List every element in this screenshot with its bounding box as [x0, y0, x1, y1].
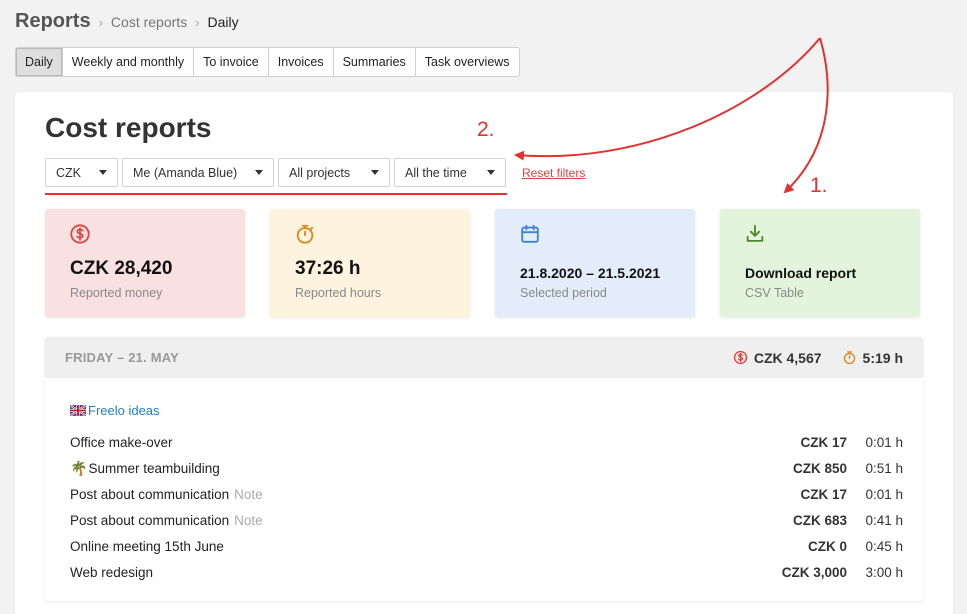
entry-amount: CZK 850: [792, 460, 847, 476]
day-date: FRIDAY – 21. MAY: [65, 350, 179, 365]
dollar-circle-icon: [70, 224, 90, 244]
table-row[interactable]: 🌴 Summer teambuilding CZK 850 0:51 h: [70, 455, 903, 481]
day-total-time: 5:19 h: [862, 349, 903, 366]
entry-time: 3:00 h: [865, 564, 903, 580]
tab-to-invoice[interactable]: To invoice: [194, 48, 269, 76]
period-select[interactable]: All the time: [394, 158, 506, 187]
entry-list: Office make-over CZK 17 0:01 h 🌴 Summer …: [70, 429, 903, 585]
user-select-value: Me (Amanda Blue): [133, 165, 238, 180]
tab-daily[interactable]: Daily: [16, 48, 63, 76]
chevron-down-icon: [99, 170, 107, 175]
reported-hours-label: Reported hours: [295, 286, 382, 300]
reported-hours-card: 37:26 h Reported hours: [270, 209, 470, 317]
uk-flag-icon: [70, 405, 86, 416]
entry-amount: CZK 17: [800, 434, 847, 450]
download-report-button[interactable]: Download report CSV Table: [720, 209, 920, 317]
page-title: Cost reports: [45, 112, 212, 143]
reset-filters-link[interactable]: Reset filters: [522, 166, 585, 180]
breadcrumb-section[interactable]: Cost reports: [111, 14, 187, 30]
entry-time: 0:41 h: [865, 512, 903, 528]
stats-row: CZK 28,420 Reported money 37:26 h Report…: [45, 209, 920, 317]
tab-invoices[interactable]: Invoices: [269, 48, 334, 76]
annotation-label-one: 1.: [810, 174, 828, 197]
table-row[interactable]: Post about communication Note CZK 17 0:0…: [70, 481, 903, 507]
chevron-down-icon: [371, 170, 379, 175]
filter-bar: CZK Me (Amanda Blue) All projects All th…: [45, 158, 585, 187]
entry-time: 0:45 h: [865, 538, 903, 554]
day-totals: CZK 4,567 5:19 h: [733, 350, 903, 366]
tab-summaries[interactable]: Summaries: [334, 48, 416, 76]
stopwatch-icon: [843, 351, 855, 365]
entry-time: 0:51 h: [865, 460, 903, 476]
annotation-label-two: 2.: [477, 118, 495, 141]
entry-note: Note: [234, 512, 263, 528]
reported-money-value: CZK 28,420: [70, 258, 173, 279]
breadcrumb-current: Daily: [207, 14, 239, 30]
download-icon: [746, 224, 764, 242]
annotation-underline: [45, 193, 507, 195]
report-card: Cost reports CZK Me (Amanda Blue) All pr…: [15, 92, 953, 614]
breadcrumb-root[interactable]: Reports: [15, 10, 91, 33]
selected-period-label: Selected period: [520, 286, 607, 300]
reported-money-label: Reported money: [70, 286, 163, 300]
entry-name: Office make-over: [70, 434, 173, 450]
table-row[interactable]: Post about communication Note CZK 683 0:…: [70, 507, 903, 533]
period-select-value: All the time: [405, 165, 467, 180]
entry-amount: CZK 17: [800, 486, 847, 502]
user-select[interactable]: Me (Amanda Blue): [122, 158, 274, 187]
entry-name: Post about communication: [70, 486, 230, 502]
breadcrumb-separator: ›: [195, 15, 200, 30]
entry-amount: CZK 0: [807, 538, 847, 554]
calendar-icon: [521, 224, 539, 243]
entry-name: Web redesign: [70, 564, 154, 580]
project-link[interactable]: Freelo ideas: [70, 403, 160, 418]
day-header: FRIDAY – 21. MAY CZK 4,567 5:19 h: [45, 337, 923, 378]
currency-select[interactable]: CZK: [45, 158, 118, 187]
selected-period-card: 21.8.2020 – 21.5.2021 Selected period: [495, 209, 695, 317]
download-report-label: Download report: [745, 265, 857, 281]
download-report-format: CSV Table: [745, 286, 804, 300]
tab-weekly-monthly[interactable]: Weekly and monthly: [63, 48, 195, 76]
day-total-money: CZK 4,567: [753, 349, 822, 366]
chevron-down-icon: [255, 170, 263, 175]
table-row[interactable]: Online meeting 15th June CZK 0 0:45 h: [70, 533, 903, 559]
entry-amount: CZK 683: [792, 512, 847, 528]
day-report: FRIDAY – 21. MAY CZK 4,567 5:19 h Freelo…: [45, 337, 923, 601]
palm-tree-icon: 🌴: [70, 459, 88, 476]
selected-period-value: 21.8.2020 – 21.5.2021: [520, 265, 661, 281]
entry-note: Note: [234, 486, 263, 502]
reported-money-card: CZK 28,420 Reported money: [45, 209, 245, 317]
project-select[interactable]: All projects: [278, 158, 390, 187]
stopwatch-icon: [296, 224, 314, 244]
currency-select-value: CZK: [56, 165, 81, 180]
breadcrumb-separator: ›: [98, 15, 103, 30]
entry-time: 0:01 h: [865, 486, 903, 502]
tab-task-overviews[interactable]: Task overviews: [416, 48, 519, 76]
breadcrumb: Reports › Cost reports › Daily: [15, 10, 239, 33]
entry-name: Summer teambuilding: [88, 460, 220, 476]
table-row[interactable]: Office make-over CZK 17 0:01 h: [70, 429, 903, 455]
project-select-value: All projects: [289, 165, 351, 180]
chevron-down-icon: [487, 170, 495, 175]
entry-name: Online meeting 15th June: [70, 538, 224, 554]
entry-name: Post about communication: [70, 512, 230, 528]
reported-hours-value: 37:26 h: [295, 258, 361, 279]
project-name: Freelo ideas: [88, 403, 160, 418]
table-row[interactable]: Web redesign CZK 3,000 3:00 h: [70, 559, 903, 585]
dollar-circle-icon: [733, 350, 747, 365]
report-tabs: Daily Weekly and monthly To invoice Invo…: [15, 47, 520, 77]
entry-amount: CZK 3,000: [781, 564, 847, 580]
entry-time: 0:01 h: [865, 434, 903, 450]
